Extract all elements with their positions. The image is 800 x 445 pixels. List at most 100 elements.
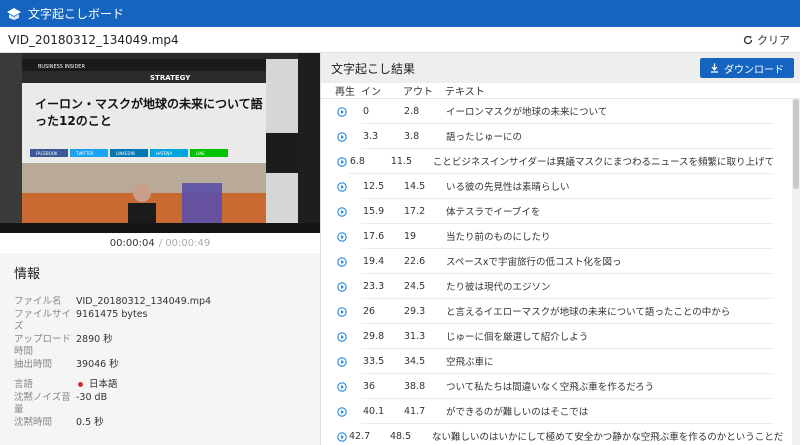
transcript-text[interactable]: ことビジネスインサイダーは異議マスクにまつわるニュースを頻繁に取り上げて	[433, 154, 774, 168]
video-headline-line2: った12のこと	[35, 114, 112, 128]
transcript-row[interactable]: 36 38.8 ついて私たちは間違いなく空飛ぶ車を作るだろう	[321, 374, 800, 399]
out-time: 11.5	[390, 155, 412, 167]
info-row: 抽出時間 39046 秒	[14, 359, 320, 372]
transcript-text[interactable]: たり彼は現代のエジソン	[446, 279, 774, 293]
scrollbar-thumb[interactable]	[793, 99, 799, 189]
transcript-row[interactable]: 23.3 24.5 たり彼は現代のエジソン	[321, 274, 800, 299]
play-button[interactable]	[321, 281, 361, 292]
in-time: 3.3	[363, 130, 379, 142]
out-time: 2.8	[404, 105, 420, 117]
play-button[interactable]	[321, 231, 361, 242]
play-circle-icon	[337, 281, 347, 292]
play-circle-icon	[337, 356, 347, 367]
info-row: アップロード時間 2890 秒	[14, 334, 320, 359]
in-time: 42.7	[349, 430, 371, 442]
video-brand-text: BUSINESS INSIDER	[38, 64, 85, 70]
refresh-icon	[743, 35, 753, 44]
transcript-row[interactable]: 33.5 34.5 空飛ぶ車に	[321, 349, 800, 374]
play-button[interactable]	[321, 306, 361, 317]
info-key: ファイル名	[14, 296, 62, 307]
in-time: 23.3	[363, 280, 385, 292]
play-circle-icon	[337, 106, 347, 117]
transcript-row[interactable]: 17.6 19 当たり前のものにしたり	[321, 224, 800, 249]
transcript-row[interactable]: 3.3 3.8 語ったじゅーにの	[321, 124, 800, 149]
share-button-label: LINKEDIN	[116, 151, 135, 156]
transcript-text[interactable]: イーロンマスクが地球の未来について	[446, 104, 774, 118]
transcript-text[interactable]: じゅーに個を厳選して紹介しよう	[446, 329, 774, 343]
transcript-row[interactable]: 15.9 17.2 体テスラでイーブイを	[321, 199, 800, 224]
board-logo-icon	[6, 6, 22, 22]
transcript-text[interactable]: 語ったじゅーにの	[446, 129, 774, 143]
transcript-row[interactable]: 29.8 31.3 じゅーに個を厳選して紹介しよう	[321, 324, 800, 349]
transcript-text[interactable]: ない難しいのはいかにして極めて安全かつ静かな空飛ぶ車を作るのかということだ	[432, 429, 783, 443]
duration: / 00:00:49	[158, 237, 211, 249]
play-button[interactable]	[321, 206, 361, 217]
clear-button[interactable]: クリア	[743, 32, 790, 48]
transcript-text[interactable]: 体テスラでイーブイを	[446, 204, 774, 218]
language-status-dot	[78, 381, 83, 387]
out-time: 19	[404, 230, 417, 242]
transcript-row[interactable]: 42.7 48.5 ない難しいのはいかにして極めて安全かつ静かな空飛ぶ車を作るのかと…	[321, 424, 800, 445]
transcript-text[interactable]: と言えるイエローマスクが地球の未来について語ったことの中から	[446, 304, 774, 318]
info-rows-audio: 言語 日本語 沈黙ノイズ音量 -30 dB 沈黙時間 0.5 秒	[14, 379, 320, 429]
play-circle-icon	[337, 381, 347, 392]
info-value: 2890 秒	[76, 333, 113, 345]
out-time: 22.6	[404, 255, 426, 267]
play-button[interactable]	[321, 156, 348, 167]
in-time: 12.5	[363, 180, 385, 192]
transcript-table-body[interactable]: 0 2.8 イーロンマスクが地球の未来について 3.3 3.8 語ったじゅーにの 6.8 11…	[321, 99, 800, 445]
download-icon	[711, 63, 718, 73]
video-player[interactable]: BUSINESS INSIDER STRATEGY イーロン・マスクが地球の未来…	[0, 53, 320, 233]
info-rows: ファイル名 VID_20180312_134049.mp4 ファイルサイズ 91614…	[14, 296, 320, 371]
out-time: 29.3	[404, 305, 426, 317]
info-value: -30 dB	[76, 391, 108, 403]
video-section-text: STRATEGY	[150, 74, 191, 82]
info-heading: 情報	[14, 267, 41, 282]
play-circle-icon	[337, 406, 347, 417]
transcript-scrollbar[interactable]	[792, 99, 800, 445]
transcript-row[interactable]: 12.5 14.5 いる彼の先見性は素晴らしい	[321, 174, 800, 199]
header-text: テキスト	[445, 87, 485, 98]
play-button[interactable]	[321, 431, 347, 442]
time-display: 00:00:04 / 00:00:49	[0, 233, 320, 253]
info-row: ファイル名 VID_20180312_134049.mp4	[14, 296, 320, 309]
out-time: 41.7	[404, 405, 426, 417]
play-button[interactable]	[321, 256, 361, 267]
play-button[interactable]	[321, 131, 361, 142]
download-button[interactable]: ダウンロード	[700, 58, 794, 78]
download-button-label: ダウンロード	[724, 64, 784, 76]
play-button[interactable]	[321, 106, 361, 117]
transcript-text[interactable]: いる彼の先見性は素晴らしい	[446, 179, 774, 193]
play-button[interactable]	[321, 181, 361, 192]
info-key: アップロード時間	[14, 333, 72, 358]
play-button[interactable]	[321, 356, 361, 367]
in-time: 0	[363, 105, 370, 117]
transcript-text[interactable]: ついて私たちは間違いなく空飛ぶ車を作るだろう	[446, 379, 774, 393]
play-button[interactable]	[321, 406, 361, 417]
play-button[interactable]	[321, 381, 361, 392]
info-row: 沈黙ノイズ音量 -30 dB	[14, 392, 320, 417]
play-circle-icon	[337, 131, 347, 142]
transcript-table-header: 再生 イン アウト テキスト	[321, 83, 800, 99]
in-time: 33.5	[363, 355, 385, 367]
share-button-label: LINE	[196, 151, 205, 156]
out-time: 34.5	[404, 355, 426, 367]
transcript-text[interactable]: 空飛ぶ車に	[446, 354, 774, 368]
transcript-text[interactable]: 当たり前のものにしたり	[446, 229, 774, 243]
in-time: 26	[363, 305, 376, 317]
play-circle-icon	[337, 156, 347, 167]
header-out: アウト	[403, 87, 433, 98]
transcript-row[interactable]: 6.8 11.5 ことビジネスインサイダーは異議マスクにまつわるニュースを頻繁に取り…	[321, 149, 800, 174]
transcript-text[interactable]: スペースxで宇宙旅行の低コスト化を図っ	[446, 254, 774, 268]
transcript-row[interactable]: 40.1 41.7 ができるのが難しいのはそこでは	[321, 399, 800, 424]
left-pane: BUSINESS INSIDER STRATEGY イーロン・マスクが地球の未来…	[0, 53, 320, 445]
in-time: 19.4	[363, 255, 385, 267]
transcript-row[interactable]: 26 29.3 と言えるイエローマスクが地球の未来について語ったことの中から	[321, 299, 800, 324]
info-row: ファイルサイズ 9161475 bytes	[14, 309, 320, 334]
transcript-row[interactable]: 0 2.8 イーロンマスクが地球の未来について	[321, 99, 800, 124]
play-button[interactable]	[321, 331, 361, 342]
info-value: 0.5 秒	[76, 416, 104, 428]
transcript-text[interactable]: ができるのが難しいのはそこでは	[446, 404, 774, 418]
transcript-row[interactable]: 19.4 22.6 スペースxで宇宙旅行の低コスト化を図っ	[321, 249, 800, 274]
info-key: 言語	[14, 379, 34, 390]
